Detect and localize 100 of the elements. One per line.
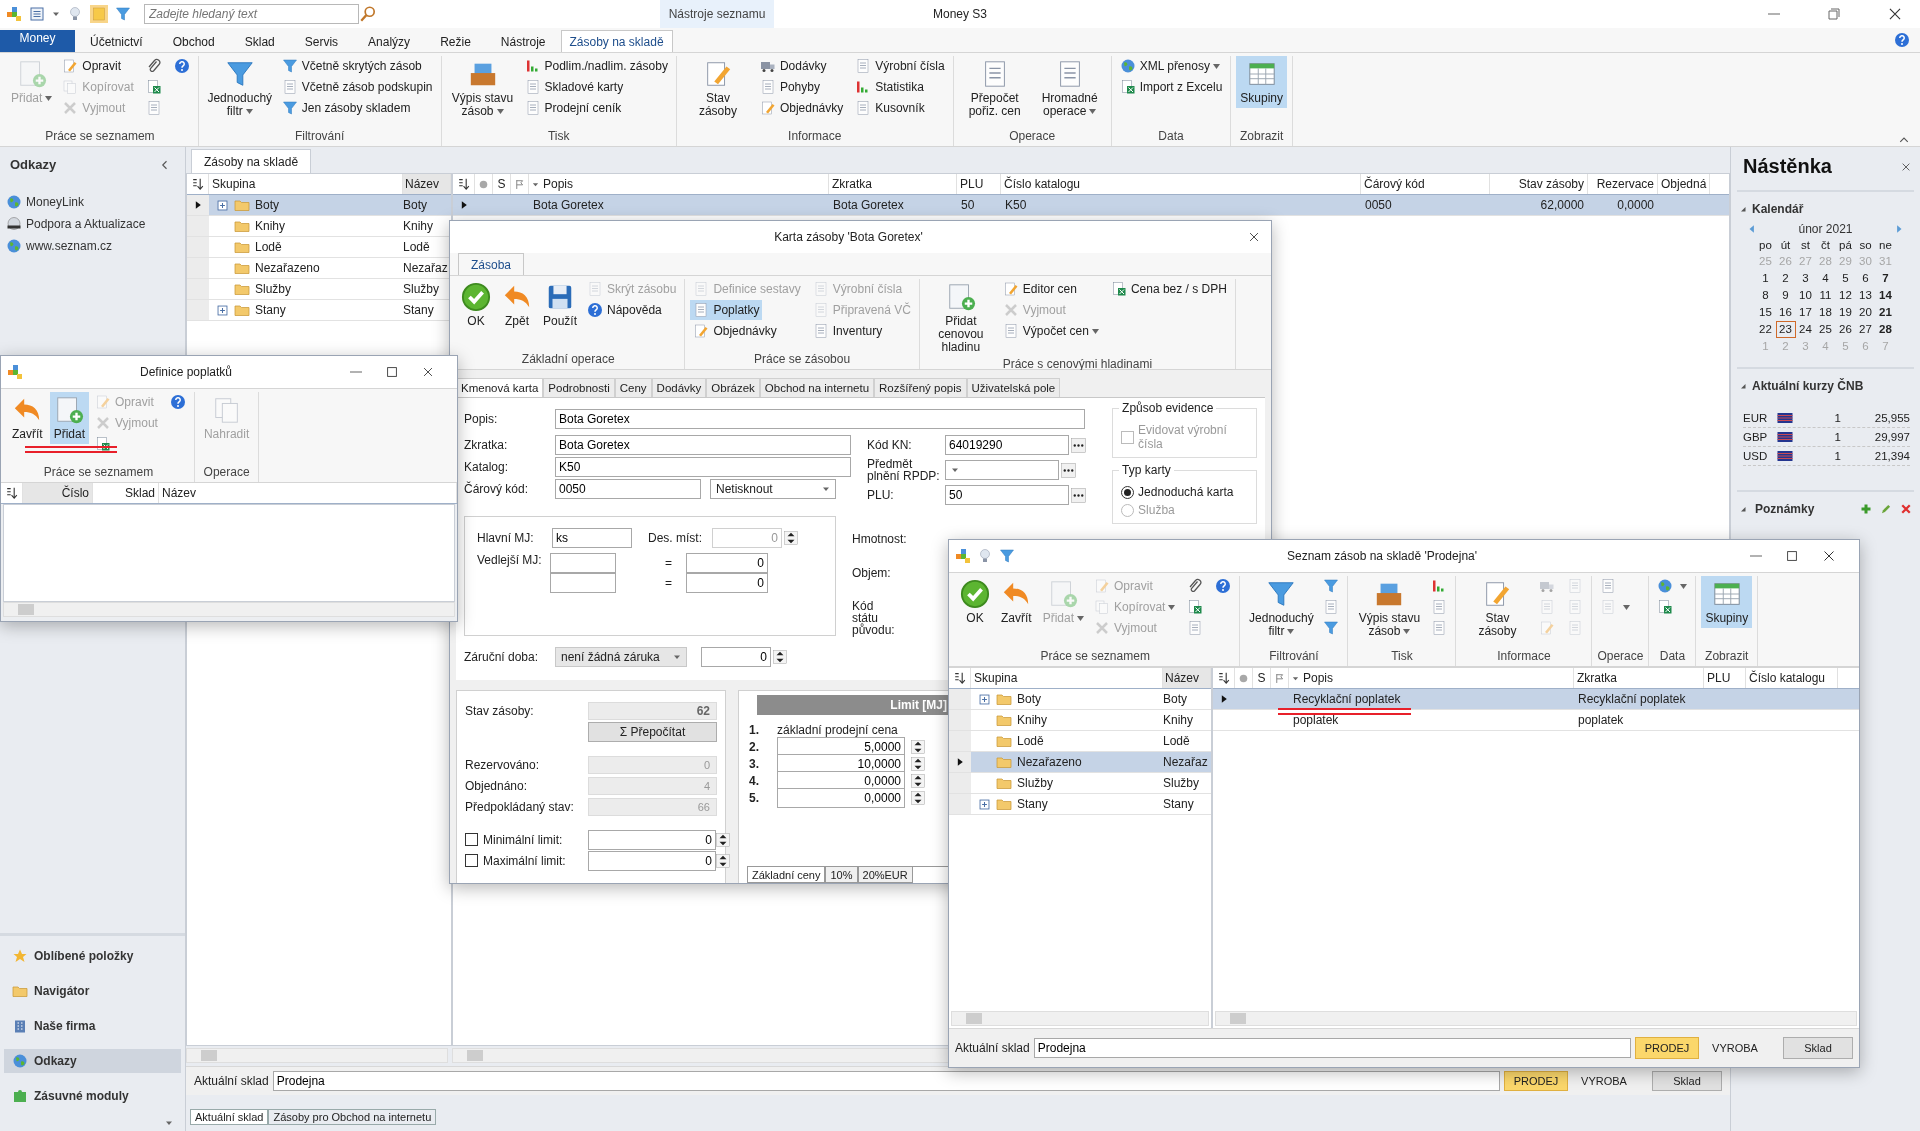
price-tab[interactable]: 20%EUR (857, 867, 913, 883)
ribbon-button[interactable]: OK (457, 279, 495, 331)
column-header[interactable]: Skupina (974, 671, 1018, 685)
column-header[interactable]: Popis (1303, 671, 1334, 685)
text-field[interactable]: 50 (945, 485, 1069, 505)
horizontal-scrollbar[interactable] (186, 1048, 448, 1063)
ribbon-button[interactable]: Zavřít (8, 392, 47, 444)
ribbon-button[interactable]: OK (956, 576, 994, 628)
column-header[interactable]: Čárový kód (1364, 177, 1425, 191)
calendar-day[interactable]: 1 (1755, 270, 1776, 287)
price-tab[interactable]: 10% (825, 867, 858, 883)
navigation-item[interactable]: Naše firma (4, 1014, 181, 1038)
calendar-day[interactable]: 20 (1855, 304, 1876, 321)
calendar-day[interactable]: 12 (1835, 287, 1856, 304)
column-header[interactable]: S (497, 177, 506, 191)
ribbon-button[interactable]: Zavřít (997, 576, 1036, 628)
column-header[interactable]: Číslo katalogu (1749, 671, 1826, 685)
column-header[interactable]: Stav zásoby (1518, 177, 1584, 191)
column-header[interactable]: S (1257, 671, 1266, 685)
calendar-day[interactable]: 9 (1775, 287, 1796, 304)
table-row[interactable]: Recyklační poplatek Recyklační poplatek (1213, 689, 1859, 710)
ribbon-button[interactable]: Opravit (59, 56, 125, 76)
horizontal-scrollbar[interactable] (1215, 1011, 1857, 1026)
navigation-item[interactable]: Oblíbené položky (4, 944, 181, 968)
ribbon-button[interactable]: Přepočet pořiz. cen (958, 56, 1031, 121)
number-field[interactable]: 0 (686, 573, 768, 593)
price-tab[interactable]: Základní ceny (747, 867, 826, 883)
ribbon-button[interactable]: Zpět (498, 279, 536, 331)
ribbon-button[interactable]: Včetně zásob podskupin (278, 77, 436, 97)
search-field[interactable]: Zadejte hledaný text (144, 4, 359, 24)
menu-tab[interactable]: Zásoby na skladě (560, 30, 673, 52)
sidebar-link[interactable]: www.seznam.cz (26, 239, 113, 253)
tree-row[interactable]: Boty Boty (949, 689, 1211, 710)
ribbon-button[interactable]: Statistika (852, 77, 927, 97)
calendar-day[interactable]: 21 (1875, 304, 1896, 321)
navigation-item[interactable]: Odkazy (4, 1049, 181, 1073)
calendar-day[interactable]: 19 (1835, 304, 1856, 321)
form-tab[interactable]: Ceny (614, 378, 652, 397)
calendar-day[interactable]: 16 (1775, 304, 1796, 321)
dropdown-field[interactable]: není žádná záruka (555, 647, 687, 667)
section-title[interactable]: Poznámky (1755, 502, 1815, 516)
number-field[interactable]: 0 (588, 829, 716, 850)
menu-tab[interactable]: Obchod (157, 30, 230, 52)
ribbon-button[interactable]: Výrobní čísla (852, 56, 948, 76)
recalculate-button[interactable]: Σ Přepočítat (588, 721, 717, 742)
column-header[interactable]: Název (162, 486, 196, 500)
tree-row[interactable]: Služby Služby (187, 279, 451, 300)
price-field[interactable]: 0,0000 (777, 787, 905, 808)
menu-tab[interactable]: Servis (289, 30, 354, 52)
ribbon-button[interactable]: Inventury (809, 321, 886, 341)
ribbon-button[interactable]: Stav zásoby (681, 56, 754, 121)
form-tab[interactable]: Podrobnosti (543, 378, 615, 397)
column-header[interactable]: PLU (960, 177, 984, 191)
ribbon-button[interactable]: Skupiny (1701, 576, 1753, 628)
column-header[interactable]: Sklad (124, 486, 155, 500)
calendar-day[interactable]: 15 (1755, 304, 1776, 321)
calendar-day[interactable]: 2 (1775, 270, 1796, 287)
text-field[interactable] (550, 553, 616, 573)
navigation-item[interactable]: Navigátor (4, 979, 181, 1003)
ribbon-button[interactable]: Pohyby (756, 77, 823, 97)
column-header[interactable]: Zkratka (832, 177, 872, 191)
calendar-day[interactable]: 28 (1875, 321, 1896, 338)
calendar-day[interactable]: 14 (1875, 287, 1896, 304)
ribbon-button[interactable]: Přidat (49, 392, 90, 444)
ribbon-button[interactable]: Cena bez / s DPH (1107, 279, 1230, 299)
calendar-day[interactable]: 10 (1795, 287, 1816, 304)
sheet-tab[interactable]: Zásoby pro Obchod na internetu (268, 1109, 437, 1125)
number-field[interactable]: 0 (686, 553, 768, 573)
form-tab[interactable]: Uživatelská pole (966, 378, 1061, 397)
sidebar-link[interactable]: MoneyLink (26, 195, 85, 209)
text-field[interactable]: ks (552, 528, 632, 548)
ribbon-button[interactable]: Výpis stavu zásob (446, 56, 519, 121)
checkbox[interactable] (465, 854, 478, 867)
text-field[interactable]: 64019290 (945, 435, 1069, 455)
form-tab[interactable]: Rozšířený popis (874, 378, 967, 397)
ribbon-button[interactable]: Včetně skrytých zásob (278, 56, 425, 76)
ribbon-button[interactable]: Objednávky (756, 98, 847, 118)
form-tab[interactable]: Kmenová karta (456, 378, 544, 397)
column-header[interactable]: Zkratka (1577, 671, 1617, 685)
warehouse-button[interactable]: PRODEJ (1635, 1037, 1699, 1059)
column-header[interactable]: Popis (543, 177, 574, 191)
calendar-day[interactable]: 17 (1795, 304, 1816, 321)
price-field[interactable]: 5,0000 (777, 736, 905, 757)
menu-tab[interactable]: Analýzy (353, 30, 426, 52)
ribbon-button[interactable]: Skupiny (1236, 56, 1288, 108)
menu-tab[interactable]: Nástroje (485, 30, 561, 52)
calendar-day[interactable]: 18 (1815, 304, 1836, 321)
column-header[interactable]: PLU (1707, 671, 1731, 685)
section-title[interactable]: Kalendář (1752, 202, 1804, 216)
number-field[interactable]: 0 (588, 850, 716, 871)
ribbon-button[interactable]: Jednoduchý filtr (1245, 576, 1318, 641)
column-header[interactable]: Číslo katalogu (1004, 177, 1081, 191)
calendar-day[interactable]: 6 (1855, 270, 1876, 287)
column-header[interactable]: Objedná (1661, 177, 1707, 191)
ribbon-button[interactable]: Použít (539, 279, 582, 331)
section-title[interactable]: Aktuální kurzy ČNB (1752, 379, 1864, 393)
document-tab[interactable]: Zásoby na skladě (191, 149, 312, 173)
ribbon-button[interactable]: Prodejní ceník (521, 98, 625, 118)
column-header[interactable]: Skupina (212, 177, 256, 191)
ribbon-button[interactable]: Editor cen (999, 279, 1080, 299)
